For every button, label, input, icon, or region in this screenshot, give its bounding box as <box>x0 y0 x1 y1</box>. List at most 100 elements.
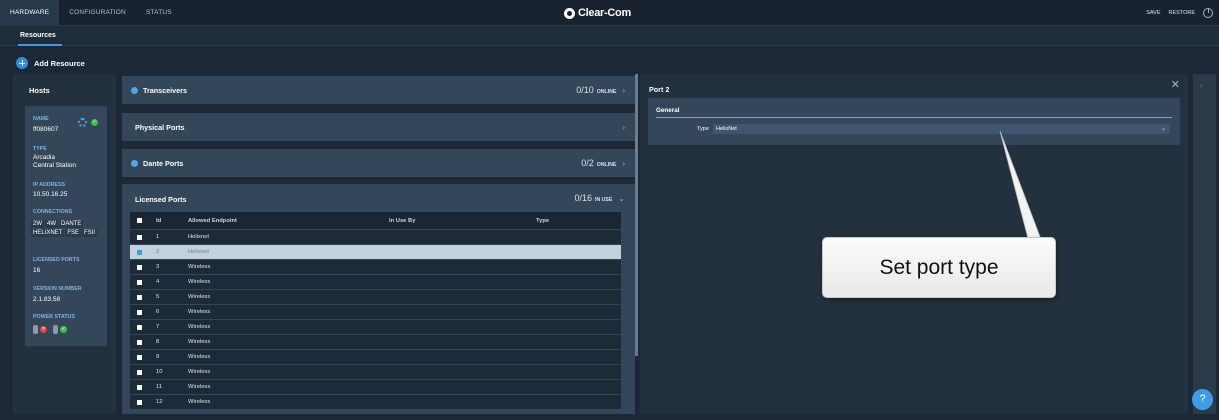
table-row[interactable]: 3 Wireless <box>130 259 621 274</box>
row-checkbox[interactable] <box>137 249 142 255</box>
save-button[interactable]: SAVE <box>1146 10 1160 16</box>
row-endpoint: Wireless <box>188 264 211 270</box>
plug-icon <box>33 325 38 334</box>
chevron-right-icon: › <box>622 122 625 132</box>
gear-icon[interactable] <box>78 118 87 127</box>
physical-ports-title: Physical Ports <box>135 122 185 132</box>
ip-label: IP ADDRESS <box>33 182 66 188</box>
hosts-title: Hosts <box>29 86 50 95</box>
transceivers-panel[interactable]: Transceivers 0/10 ONLINE › <box>122 76 635 104</box>
table-row[interactable]: 2 Helixnet <box>130 244 621 259</box>
connection-tag: 4W <box>45 220 58 228</box>
add-resource-button[interactable]: Add Resource <box>16 57 85 69</box>
restore-button[interactable]: RESTORE <box>1169 10 1196 16</box>
connections-list: 2W 4W DANTE HELIXNET FSE FSII <box>31 220 105 237</box>
licensed-ports-table: Id Allowed Endpoint In Use By Type 1 Hel… <box>130 211 621 409</box>
row-endpoint: Helixnet <box>188 234 209 240</box>
transceivers-unit: ONLINE <box>596 89 617 95</box>
middle-scrollbar[interactable] <box>635 74 638 356</box>
row-checkbox[interactable] <box>137 369 142 375</box>
row-endpoint: Wireless <box>188 354 211 360</box>
table-row[interactable]: 8 Wireless <box>130 334 621 349</box>
type-select[interactable]: HelixNet ⌄ <box>713 124 1170 134</box>
col-in-use[interactable]: In Use By <box>389 218 415 224</box>
row-checkbox[interactable] <box>137 234 142 240</box>
physical-ports-panel[interactable]: Physical Ports › <box>122 113 635 141</box>
host-card[interactable]: NAME ff080607 ✓ TYPE Arcadia Central Sta… <box>25 106 107 346</box>
sub-nav: Resources <box>0 26 1219 46</box>
top-actions: SAVE RESTORE <box>1146 0 1213 26</box>
power-icon[interactable] <box>1203 8 1213 18</box>
row-checkbox[interactable] <box>137 324 142 330</box>
dante-ports-title: Dante Ports <box>143 158 184 168</box>
table-header: Id Allowed Endpoint In Use By Type <box>130 211 621 229</box>
col-type[interactable]: Type <box>536 218 549 224</box>
row-endpoint: Wireless <box>188 309 211 315</box>
tab-configuration[interactable]: CONFIGURATION <box>59 0 136 26</box>
row-endpoint: Wireless <box>188 294 211 300</box>
table-row[interactable]: 9 Wireless <box>130 349 621 364</box>
row-checkbox[interactable] <box>137 354 142 360</box>
row-id: 3 <box>156 264 160 270</box>
licensed-count: 0/16 <box>574 193 592 203</box>
dante-ports-panel[interactable]: Dante Ports 0/2 ONLINE › <box>122 149 635 177</box>
transceivers-title: Transceivers <box>143 85 187 95</box>
main-nav: HARDWARE CONFIGURATION STATUS <box>0 0 182 26</box>
row-id: 7 <box>156 324 160 330</box>
row-id: 10 <box>156 369 163 375</box>
connection-tag: FSE <box>65 229 82 237</box>
close-icon[interactable]: ✕ <box>1171 78 1180 91</box>
chevron-right-icon: › <box>622 159 625 168</box>
transceivers-count: 0/10 <box>576 85 594 95</box>
row-endpoint: Wireless <box>188 279 211 285</box>
row-checkbox[interactable] <box>137 279 142 285</box>
logo-icon <box>564 7 575 19</box>
row-id: 12 <box>156 399 163 405</box>
tab-hardware[interactable]: HARDWARE <box>0 0 60 26</box>
type-value: HelixNet <box>716 126 737 132</box>
col-id[interactable]: Id <box>156 218 161 224</box>
collapsed-side-panel[interactable]: › <box>1193 74 1216 414</box>
row-endpoint: Wireless <box>188 339 211 345</box>
help-button[interactable]: ? <box>1192 389 1213 410</box>
col-endpoint[interactable]: Allowed Endpoint <box>188 218 237 224</box>
row-endpoint: Wireless <box>188 369 211 375</box>
table-row[interactable]: 4 Wireless <box>130 274 621 289</box>
table-row[interactable]: 6 Wireless <box>130 304 621 319</box>
row-checkbox[interactable] <box>137 294 142 300</box>
row-id: 2 <box>156 249 160 255</box>
add-icon <box>16 57 28 69</box>
table-row[interactable]: 5 Wireless <box>130 289 621 304</box>
tab-status[interactable]: STATUS <box>136 0 182 26</box>
row-checkbox[interactable] <box>137 309 142 315</box>
row-checkbox[interactable] <box>137 264 142 270</box>
dante-unit: ONLINE <box>596 162 617 168</box>
table-row[interactable]: 10 Wireless <box>130 364 621 379</box>
detail-title: Port 2 <box>649 85 670 94</box>
dante-count: 0/2 <box>581 158 594 168</box>
row-checkbox[interactable] <box>137 339 142 345</box>
check-icon: ✓ <box>91 119 98 126</box>
licensed-ports-panel: Licensed Ports 0/16 IN USE ⌄ Id Allowed … <box>122 184 635 414</box>
row-checkbox[interactable] <box>137 399 142 405</box>
host-name: ff080607 <box>33 126 59 133</box>
add-resource-label: Add Resource <box>34 58 85 68</box>
top-bar: HARDWARE CONFIGURATION STATUS Clear-Com … <box>0 0 1219 26</box>
row-checkbox[interactable] <box>137 384 142 390</box>
table-row[interactable]: 7 Wireless <box>130 319 621 334</box>
table-row[interactable]: 1 Helixnet <box>130 229 621 244</box>
expand-icon <box>131 159 138 167</box>
general-section: General Type HelixNet ⌄ <box>648 98 1180 145</box>
chevron-right-icon: › <box>1200 83 1203 90</box>
row-id: 4 <box>156 279 160 285</box>
select-all-checkbox[interactable] <box>137 218 142 223</box>
row-id: 1 <box>156 234 160 240</box>
row-endpoint: Wireless <box>188 384 211 390</box>
chevron-right-icon: › <box>622 86 625 95</box>
tab-resources[interactable]: Resources <box>12 26 64 46</box>
table-row[interactable]: 12 Wireless <box>130 394 621 409</box>
table-row[interactable]: 11 Wireless <box>130 379 621 394</box>
chevron-down-icon[interactable]: ⌄ <box>618 194 625 203</box>
callout-box: Set port type <box>822 237 1056 298</box>
connections-label: CONNECTIONS <box>33 209 73 215</box>
